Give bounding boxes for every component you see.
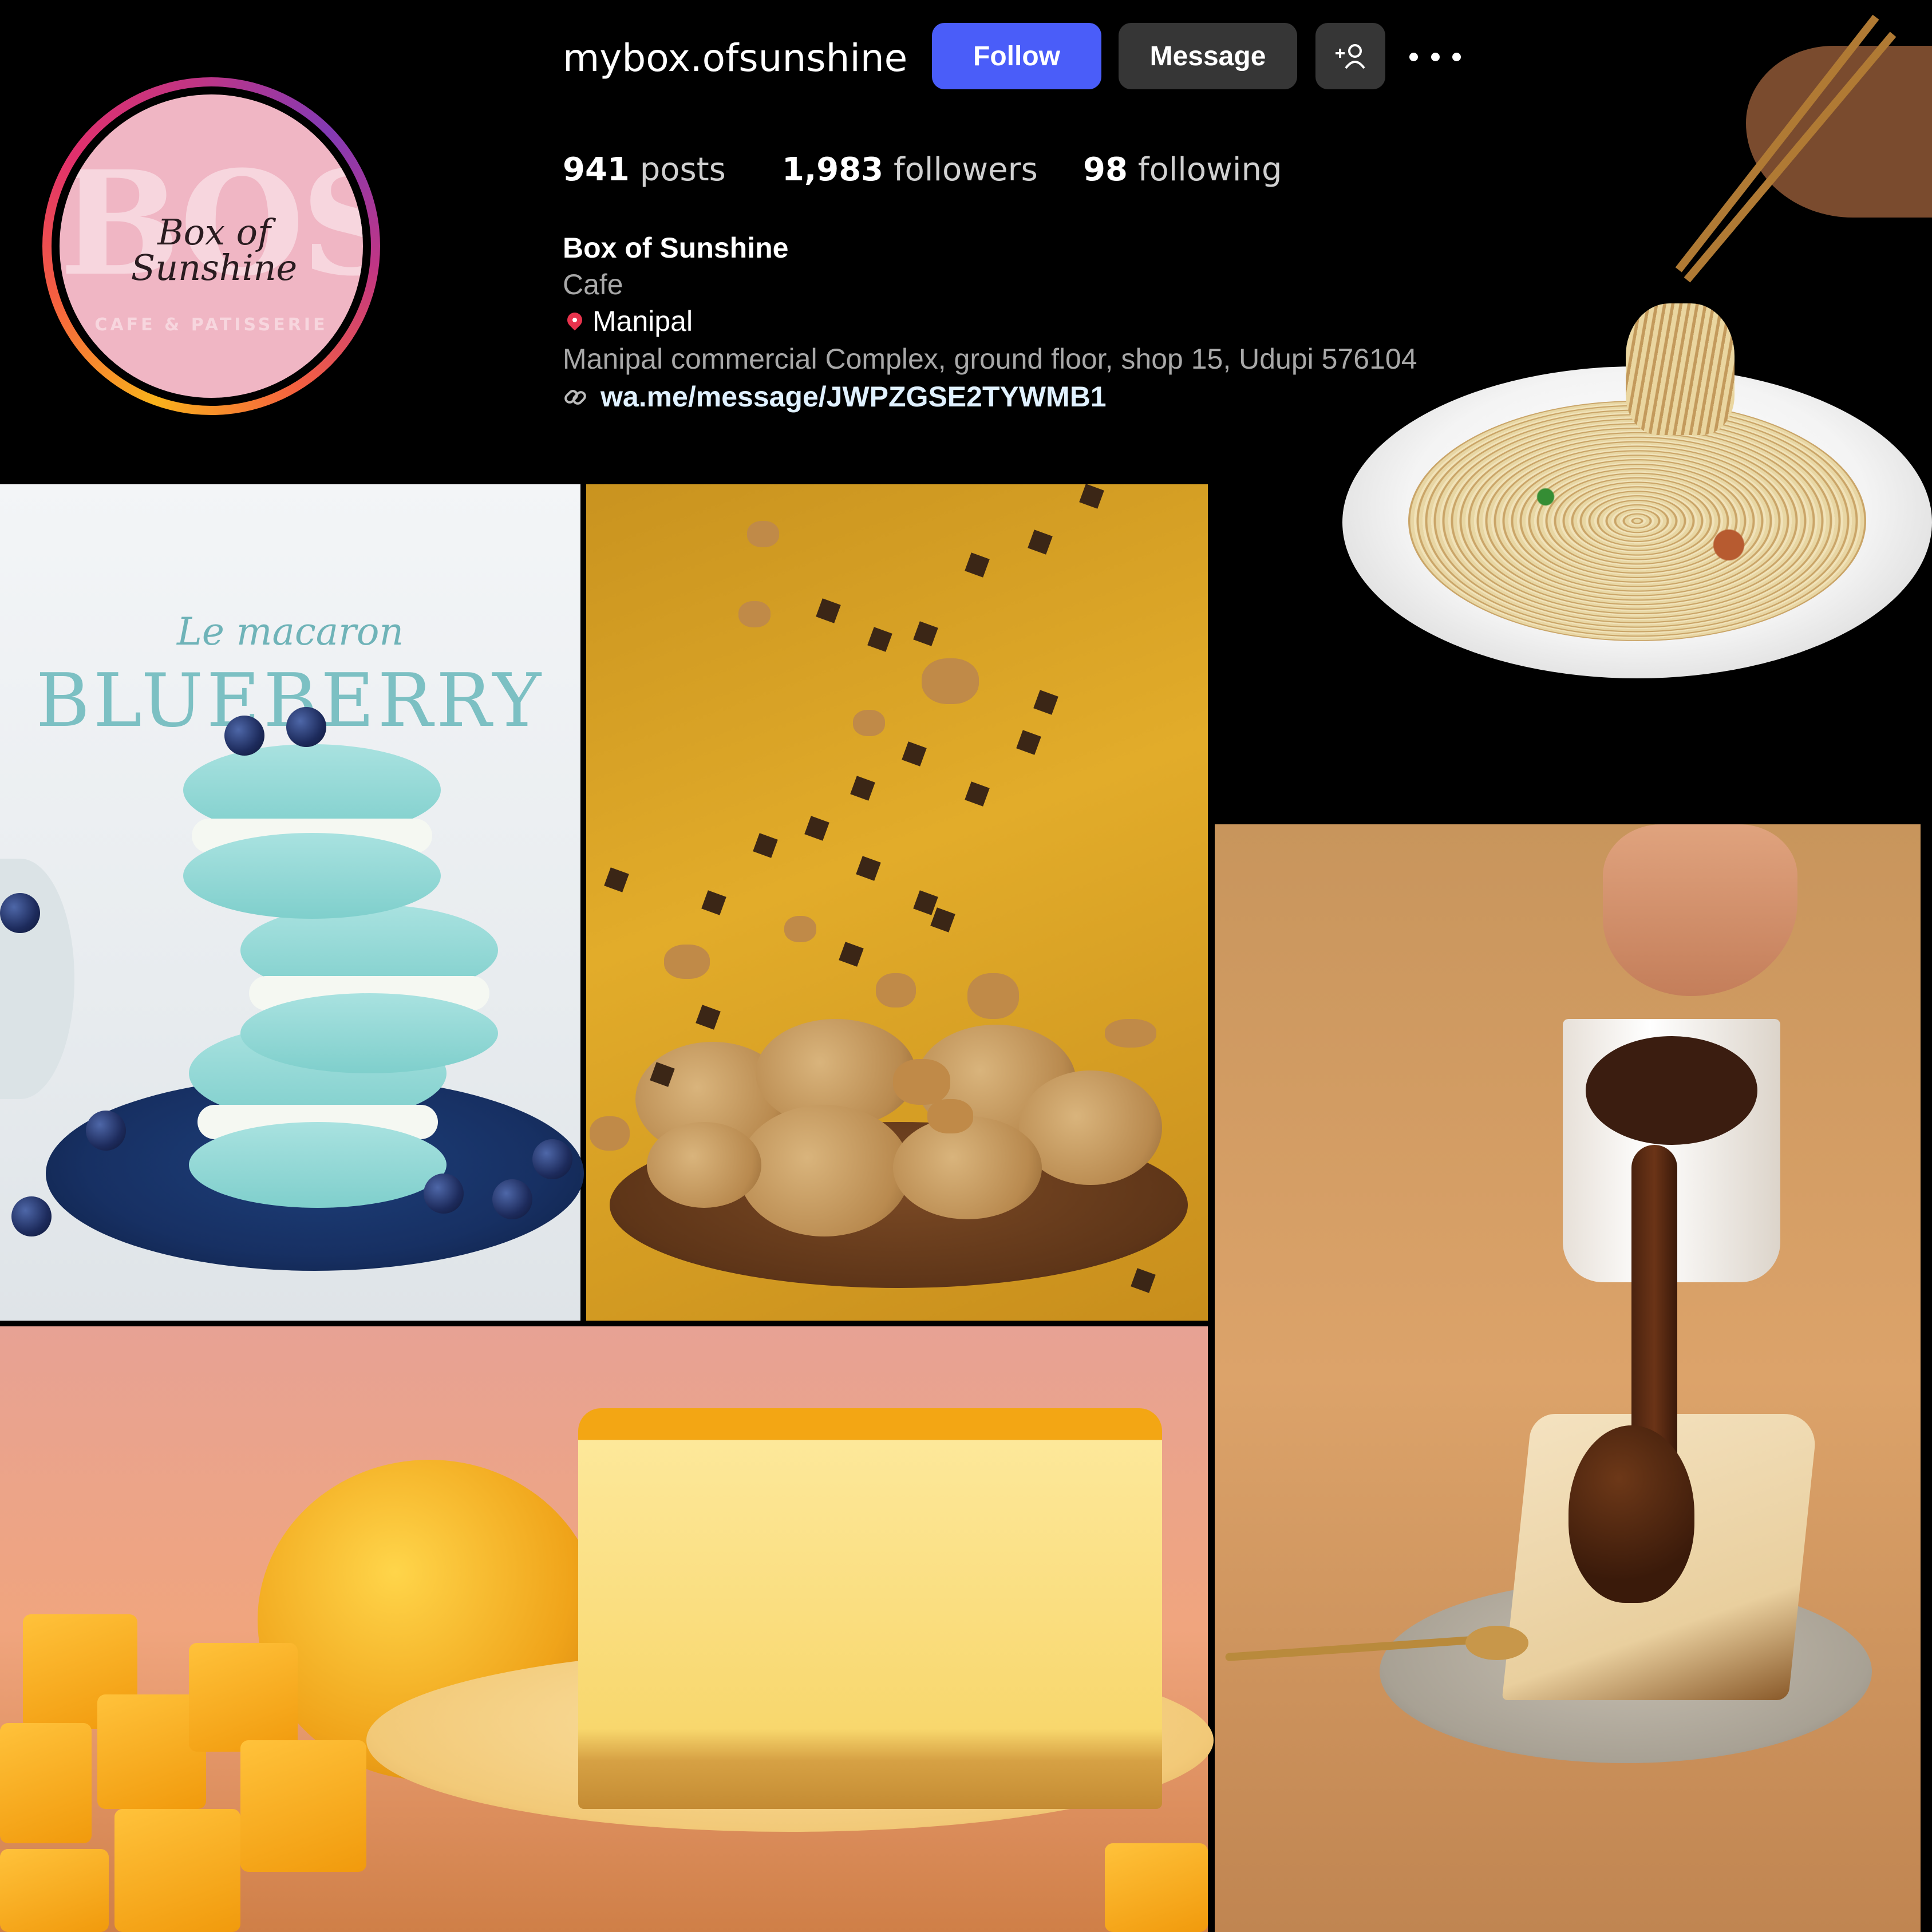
blueberry-image [532, 1139, 572, 1179]
blueberry-image [424, 1174, 464, 1214]
walnut-image [784, 916, 816, 942]
follow-button[interactable]: Follow [932, 23, 1101, 89]
cookie-image [738, 1105, 910, 1236]
mango-cube-image [189, 1643, 298, 1752]
logo-disc: BOS Box of Sunshine CAFE & PATISSERIE [60, 94, 363, 398]
posts-label: posts [639, 151, 726, 188]
link-icon [564, 390, 586, 405]
cookie-image [893, 1116, 1042, 1219]
cookie-image [647, 1122, 761, 1208]
mango-cube-image [0, 1723, 92, 1843]
message-button[interactable]: Message [1119, 23, 1297, 89]
followers-label: followers [893, 151, 1038, 188]
spoon-head-image [1465, 1626, 1528, 1660]
cheesecake-image [578, 1408, 1162, 1809]
profile-location: Manipal [563, 303, 693, 339]
chocolate-in-cup-image [1586, 1036, 1757, 1145]
followers-count: 1,983 [782, 151, 884, 188]
post-chocolate-sauce[interactable] [1215, 824, 1921, 1932]
macaron-image [183, 833, 441, 919]
walnut-image [1105, 1019, 1156, 1048]
walnut-image [590, 1116, 630, 1151]
blueberry-image [224, 716, 264, 756]
following-label: following [1137, 151, 1282, 188]
mango-cube-image [240, 1740, 366, 1872]
blueberry-image [0, 893, 40, 933]
blueberry-image [86, 1111, 126, 1151]
location-text: Manipal [592, 305, 693, 337]
chocolate-glaze-image [1568, 1425, 1694, 1603]
logo-subtitle: CAFE & PATISSERIE [94, 315, 328, 335]
walnut-image [967, 973, 1019, 1019]
more-options-button[interactable] [1409, 35, 1461, 78]
avatar-gap: BOS Box of Sunshine CAFE & PATISSERIE [52, 86, 371, 406]
walnut-image [853, 710, 885, 736]
profile-avatar[interactable]: BOS Box of Sunshine CAFE & PATISSERIE [42, 77, 380, 415]
followers-stat[interactable]: 1,983 followers [782, 150, 1038, 190]
lifted-noodles-image [1626, 303, 1735, 435]
walnut-image [876, 973, 916, 1008]
walnut-image [893, 1059, 950, 1105]
blueberry-image [492, 1179, 532, 1219]
macaron-script-text: Le macaron [177, 610, 404, 654]
following-stat[interactable]: 98 following [1083, 150, 1282, 190]
profile-display-name: Box of Sunshine [563, 232, 789, 264]
posts-count: 941 [563, 151, 630, 188]
walnut-image [747, 521, 779, 547]
logo-script: Box of Sunshine [131, 211, 298, 289]
mango-cube-image [1105, 1843, 1208, 1932]
add-user-button[interactable] [1315, 23, 1385, 89]
link-text: wa.me/message/JWPZGSE2TYWMB1 [600, 381, 1107, 413]
walnut-image [664, 945, 710, 979]
blueberry-image [286, 707, 326, 747]
more-icon [1409, 52, 1418, 61]
noodles-image [1408, 401, 1866, 641]
more-icon-dot [1452, 52, 1461, 61]
pin-icon [564, 309, 586, 331]
walnut-image [927, 1099, 973, 1133]
mango-cube-image [114, 1809, 240, 1932]
mango-cube-image [0, 1849, 109, 1932]
walnut-image [738, 601, 771, 627]
profile-link[interactable]: wa.me/message/JWPZGSE2TYWMB1 [563, 379, 1107, 414]
following-count: 98 [1083, 151, 1128, 188]
profile-category: Cafe [563, 268, 623, 301]
hand-image [1746, 46, 1932, 218]
profile-username: mybox.ofsunshine [563, 36, 908, 80]
profile-address: Manipal commercial Complex, ground floor… [563, 343, 1417, 375]
walnut-image [922, 658, 979, 704]
add-user-icon [1336, 44, 1365, 69]
more-icon-dot [1431, 52, 1440, 61]
blueberry-image [11, 1196, 52, 1236]
posts-stat[interactable]: 941 posts [563, 150, 726, 190]
macaron-image [240, 993, 498, 1073]
macaron-image [189, 1122, 447, 1208]
